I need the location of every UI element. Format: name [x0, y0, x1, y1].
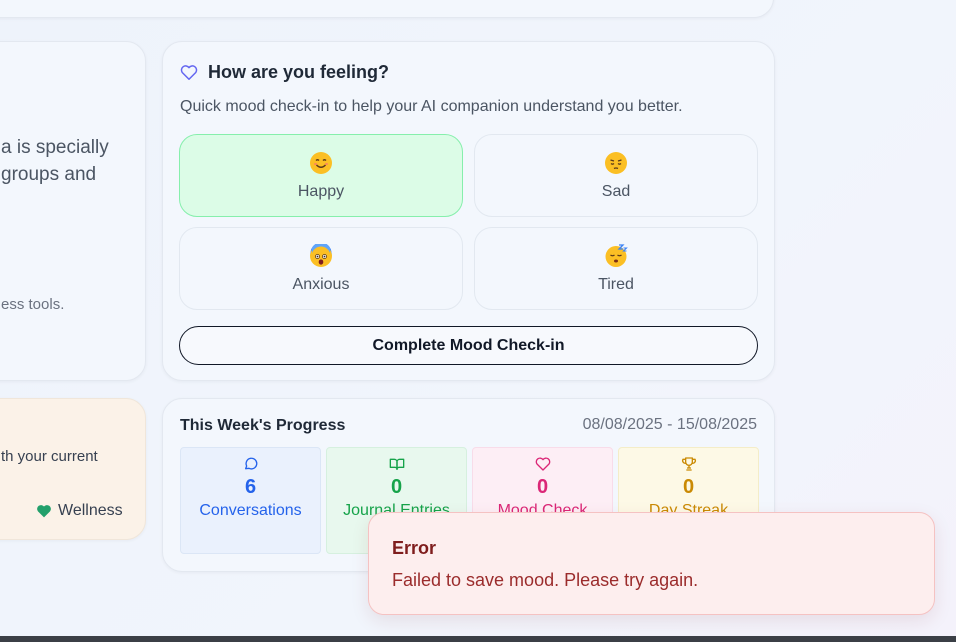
fearful-face-icon — [310, 243, 332, 267]
trophy-icon — [681, 457, 696, 471]
mood-label: Anxious — [292, 275, 350, 293]
info-text-line: groups and — [1, 164, 97, 185]
book-open-icon — [389, 458, 404, 470]
mood-checkin-card: How are you feeling? Quick mood check-in… — [162, 41, 775, 381]
mood-subtitle: Quick mood check-in to help your AI comp… — [180, 98, 683, 115]
heart-outline-icon — [180, 65, 198, 80]
toast-message: Failed to save mood. Please try again. — [392, 570, 699, 590]
wellness-label: Wellness — [58, 502, 123, 519]
mood-label: Tired — [598, 275, 634, 293]
progress-date-range: 08/08/2025 - 15/08/2025 — [582, 416, 757, 433]
top-card — [0, 0, 774, 18]
mood-title: How are you feeling? — [208, 62, 390, 82]
info-footnote: ess tools. — [1, 296, 65, 313]
info-text-line: a is specially — [1, 137, 109, 158]
mood-option-sad[interactable]: Sad — [474, 134, 758, 217]
sleeping-face-icon — [605, 243, 628, 267]
mood-option-happy[interactable]: Happy — [179, 134, 463, 217]
mood-option-tired[interactable]: Tired — [474, 227, 758, 310]
stat-label: Conversations — [199, 502, 302, 519]
suggestion-card[interactable]: th your current Wellness — [0, 398, 146, 540]
complete-mood-checkin-button[interactable]: Complete Mood Check-in — [179, 326, 758, 365]
stat-conversations: 6 Conversations — [180, 447, 321, 554]
error-toast[interactable]: Error Failed to save mood. Please try ag… — [368, 512, 935, 615]
smiling-face-icon — [310, 151, 332, 174]
mood-label: Sad — [601, 182, 631, 200]
mood-label: Happy — [297, 182, 345, 200]
heart-icon — [535, 457, 550, 471]
pensive-face-icon — [605, 151, 627, 174]
stat-value: 0 — [682, 476, 695, 498]
suggestion-text: th your current — [1, 448, 98, 465]
progress-title: This Week's Progress — [180, 417, 346, 434]
wellness-tag: Wellness — [36, 502, 123, 520]
stat-value: 0 — [390, 476, 403, 498]
mood-option-anxious[interactable]: Anxious — [179, 227, 463, 310]
info-card: a is specially groups and ess tools. — [0, 41, 146, 381]
chat-bubble-icon — [244, 457, 257, 470]
taskbar-edge — [0, 636, 956, 642]
stat-value: 6 — [244, 476, 257, 498]
green-heart-icon — [37, 505, 51, 518]
toast-title: Error — [392, 538, 437, 558]
mood-title-row: How are you feeling? — [180, 62, 389, 83]
stat-value: 0 — [536, 476, 549, 498]
